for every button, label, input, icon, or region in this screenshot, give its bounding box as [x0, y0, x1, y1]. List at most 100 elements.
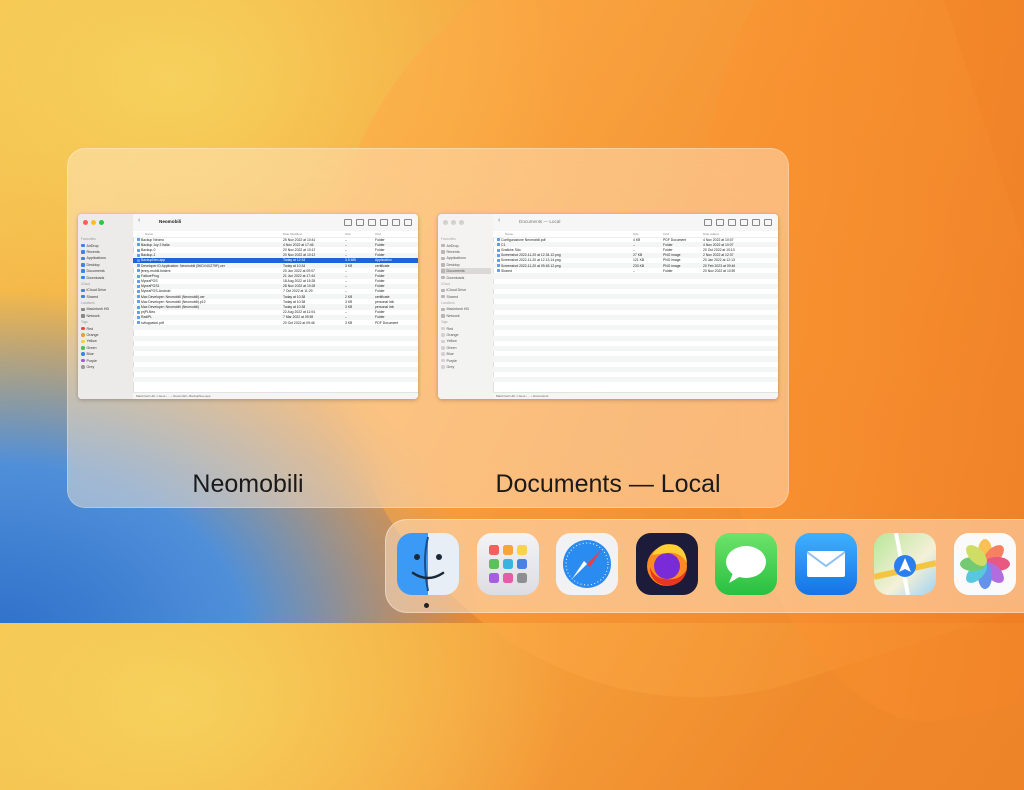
toolbar-icons — [704, 219, 772, 226]
dock-app-finder[interactable] — [397, 533, 459, 595]
file-cell: Folder — [375, 279, 385, 284]
app-switcher: Favourites AirDrop Recents Applications Desk… — [67, 148, 789, 508]
file-cell: -- — [345, 247, 348, 252]
sidebar-icon — [441, 288, 445, 293]
file-cell: Today at 10:38 — [283, 294, 306, 299]
sidebar-item-label: Recents — [446, 249, 460, 254]
dock — [385, 519, 1024, 613]
sidebar-item-label: Grey — [446, 365, 455, 369]
file-cell: 20 Oct 2022 at 10:13 — [703, 247, 735, 252]
file-name: Configurazione Neomobili.pdf — [497, 238, 629, 242]
dock-app-maps[interactable] — [874, 533, 936, 595]
sidebar-item-label: iCloud Drive — [446, 288, 467, 293]
column-header: Name — [505, 232, 514, 236]
file-cell: -- — [345, 268, 348, 273]
sidebar-item-label: Applications — [446, 256, 466, 261]
window-thumbnail-documents[interactable]: Favourites AirDrop Recents Applications Desk… — [438, 214, 778, 399]
file-cell: certificate — [375, 263, 390, 268]
window-thumbnail-neomobili[interactable]: Favourites AirDrop Recents Applications Desk… — [78, 214, 418, 399]
sidebar-icon — [441, 263, 445, 267]
file-cell: -- — [633, 247, 636, 252]
file-name: Screenshot 2022-11-20 at 12.34.12.png — [497, 253, 629, 257]
sidebar-item-label: AirDrop — [86, 243, 99, 248]
file-name: Developer ID Application: Neomobili (5KD… — [137, 264, 279, 268]
tag-dot-icon — [441, 358, 445, 363]
sidebar-item-label: Macintosh HD — [446, 307, 470, 312]
sidebar-item-label: Blue — [86, 352, 94, 357]
sidebar-list: Favourites AirDrop Recents Applications Desk… — [441, 236, 491, 370]
sidebar-item-label: Shared — [446, 294, 459, 299]
file-cell: 20 Nov 2022 at 10:59 — [703, 268, 736, 273]
dock-app-photos[interactable] — [954, 533, 1016, 595]
file-cell: Folder — [375, 273, 385, 278]
dock-app-safari[interactable] — [556, 533, 618, 595]
sidebar-item-label: Red — [446, 326, 454, 331]
sidebar-item-label: iCloud — [81, 281, 91, 286]
file-cell: Folder — [375, 310, 385, 315]
finder-icon — [411, 536, 445, 592]
sidebar-icon — [81, 288, 85, 293]
file-cell: Folder — [663, 247, 673, 252]
sidebar-item[interactable]: Desktop — [441, 262, 491, 268]
column-header: Kind — [375, 232, 382, 236]
sidebar-item-label: Recents — [86, 249, 100, 254]
sidebar-item-label: Desktop — [446, 262, 460, 267]
tag-dot-icon — [441, 339, 445, 344]
file-cell: 3 KB — [345, 305, 353, 310]
file-cell: 2 Nov 2022 at 12:37 — [703, 253, 734, 258]
file-cell: PDF Document — [663, 237, 687, 242]
dock-app-mail[interactable] — [795, 533, 857, 595]
sidebar-item-label: Grey — [86, 365, 95, 369]
path-bar: Macintosh HD › Users › ... › Neomobili ›… — [133, 392, 418, 399]
sidebar-item-label: Tags — [81, 320, 88, 325]
dock-app-launchpad[interactable] — [477, 533, 539, 595]
file-cell: 20 Feb 2023 at 09:46 — [703, 263, 736, 268]
sidebar-item-label: Locations — [441, 301, 455, 306]
sidebar-item-label: Green — [86, 345, 97, 350]
sidebar-item[interactable]: Grey — [81, 364, 131, 370]
file-cell: -- — [345, 289, 348, 294]
file-name: Grafiche Sito — [497, 248, 629, 252]
file-name: Mac Developer: Neomobili (Neomobili) — [137, 305, 279, 309]
sidebar-item-label: Tags — [441, 320, 448, 325]
file-name: MyoraPOS-Android — [137, 289, 279, 293]
file-list: Backup Neomo 25 Nov 2022 at 10:41 -- Folder… — [133, 237, 418, 383]
dock-app-messages[interactable] — [715, 533, 777, 595]
file-cell: Folder — [663, 268, 673, 273]
map-navigation-icon — [874, 533, 936, 595]
file-cell: -- — [345, 237, 348, 242]
file-cell: Folder — [375, 237, 385, 242]
file-name: jenny-mobili-folders — [137, 269, 279, 273]
tag-dot-icon — [81, 326, 85, 331]
tag-dot-icon — [81, 352, 85, 356]
safari-compass-icon — [563, 540, 611, 588]
tag-dot-icon — [441, 352, 445, 356]
file-cell: Folder — [375, 315, 385, 320]
file-cell: 25 Nov 2022 at 10:41 — [283, 237, 316, 242]
file-cell: Application — [375, 258, 392, 263]
file-cell: 2 KB — [345, 294, 353, 299]
dock-app-firefox[interactable] — [636, 533, 698, 595]
sidebar-item[interactable]: Grey — [441, 364, 491, 370]
file-cell: Folder — [375, 247, 385, 252]
file-cell: PDF Document — [375, 320, 399, 325]
file-name: Screenshot 2022-11-20 at 12.13.14.png — [497, 258, 629, 262]
file-name: prjPLNeo — [137, 310, 279, 314]
window-title: Documents — Local — [519, 219, 561, 224]
file-name: Shared — [497, 269, 629, 273]
file-cell: 20 Jan 2022 at 12:13 — [703, 258, 735, 263]
tag-dot-icon — [441, 346, 445, 350]
file-cell: -- — [345, 279, 348, 284]
file-cell: -- — [345, 242, 348, 247]
file-cell: PNG image — [663, 263, 681, 268]
sidebar-item-label: Purple — [446, 358, 457, 363]
file-cell: Folder — [375, 289, 385, 294]
file-cell: Folder — [375, 284, 385, 289]
sidebar-icon — [81, 314, 85, 318]
file-name: Backup Joy 2 Italia — [137, 243, 279, 247]
sidebar-icon — [441, 307, 445, 312]
tag-dot-icon — [81, 365, 85, 369]
column-header: Size — [633, 232, 639, 236]
file-cell: -- — [345, 315, 348, 320]
file-cell: 20 Nov 2022 at 10:13 — [283, 253, 316, 258]
